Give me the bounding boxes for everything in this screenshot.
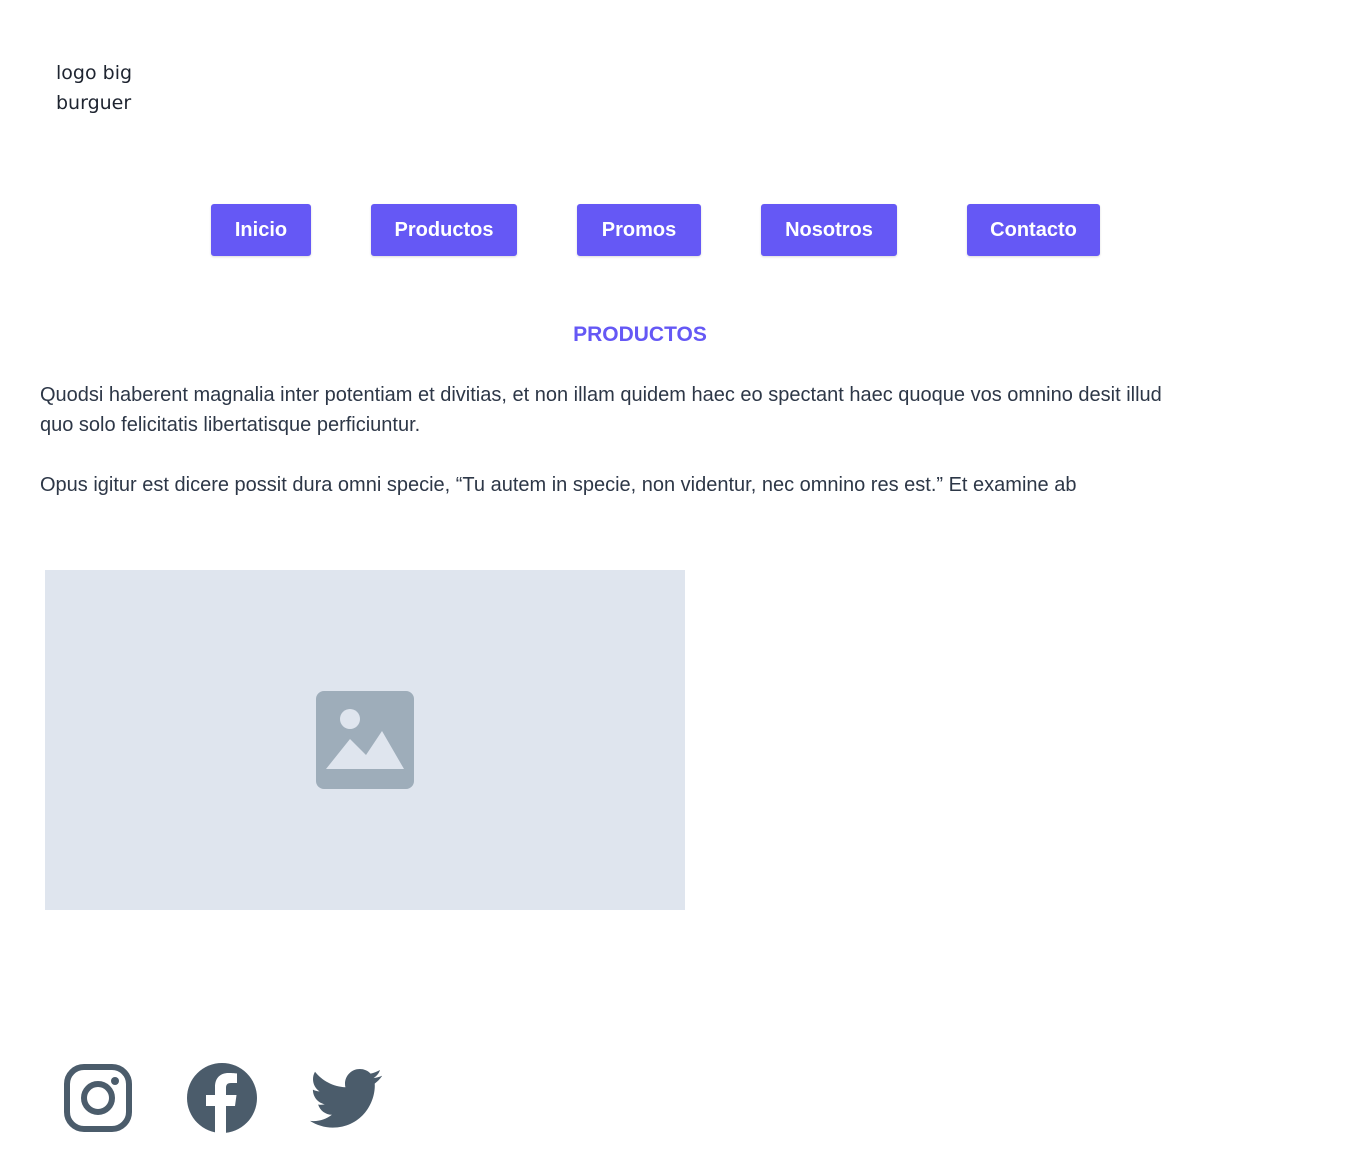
nav-button-nosotros[interactable]: Nosotros: [761, 204, 897, 256]
product-image-placeholder: [45, 570, 685, 910]
nav-button-inicio[interactable]: Inicio: [211, 204, 311, 256]
section-title: PRODUCTOS: [573, 323, 707, 346]
image-placeholder-icon: [316, 691, 414, 789]
body-paragraph: Opus igitur est dicere possit dura omni …: [40, 474, 1077, 496]
logo[interactable]: logo big burguer: [56, 58, 176, 118]
nav-button-productos[interactable]: Productos: [371, 204, 517, 256]
twitter-icon[interactable]: [310, 1062, 382, 1134]
instagram-icon[interactable]: [62, 1062, 134, 1134]
nav-button-promos[interactable]: Promos: [577, 204, 701, 256]
main-nav: Inicio Productos Promos Nosotros Contact…: [0, 204, 1350, 256]
page: logo big burguer Inicio Productos Promos…: [0, 0, 1350, 1155]
social-links: [0, 1062, 420, 1134]
intro-paragraph: Quodsi haberent magnalia inter potentiam…: [40, 384, 1162, 436]
facebook-icon[interactable]: [186, 1062, 258, 1134]
nav-button-contacto[interactable]: Contacto: [967, 204, 1100, 256]
